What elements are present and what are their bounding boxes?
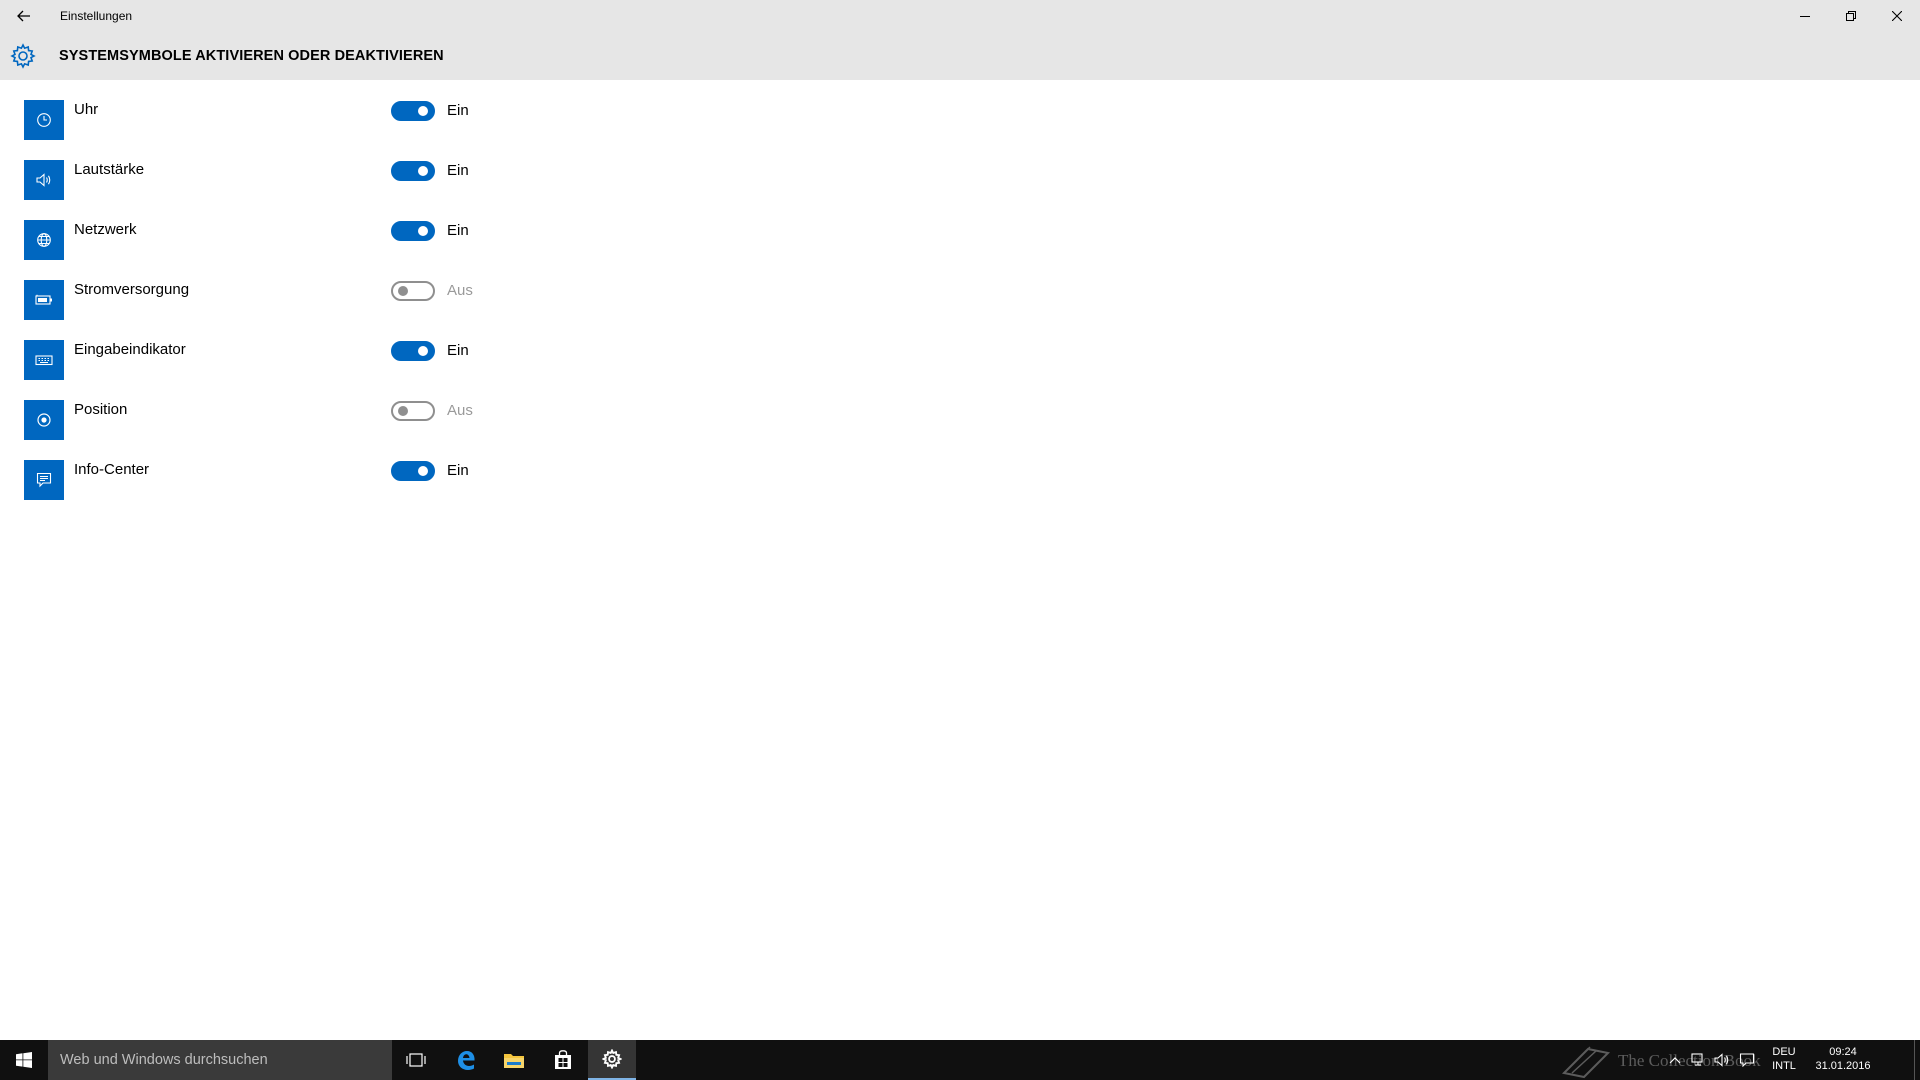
setting-tile (24, 100, 64, 140)
setting-row-lautstaerke: Lautstärke Ein (0, 140, 520, 200)
back-arrow-icon (17, 10, 30, 21)
setting-tile (24, 460, 64, 500)
restore-icon (1846, 10, 1856, 21)
store-button[interactable] (539, 1040, 587, 1080)
toggle-state: Ein (447, 222, 469, 239)
clock[interactable]: 09:24 31.01.2016 (1810, 1045, 1876, 1073)
setting-tile (24, 220, 64, 260)
show-hidden-icons-button[interactable] (1666, 1052, 1684, 1068)
setting-row-uhr: Uhr Ein (0, 80, 520, 140)
toggle-state: Ein (447, 342, 469, 359)
setting-tile (24, 160, 64, 200)
windows-logo-icon (16, 1052, 32, 1068)
show-desktop-button[interactable] (1914, 1040, 1920, 1080)
battery-icon (35, 294, 52, 305)
setting-row-stromversorgung: Stromversorgung Aus (0, 260, 520, 320)
toggle-uhr[interactable] (391, 101, 435, 121)
setting-row-eingabeindikator: Eingabeindikator Ein (0, 320, 520, 380)
setting-label: Uhr (74, 101, 99, 118)
toggle-knob (418, 166, 428, 176)
action-center-icon (1739, 1053, 1755, 1067)
volume-icon (36, 173, 51, 187)
network-icon (37, 233, 51, 247)
toggle-knob (418, 346, 428, 356)
toggle-state: Ein (447, 102, 469, 119)
settings-icon (602, 1049, 622, 1069)
page-header: SYSTEMSYMBOLE AKTIVIEREN ODER DEAKTIVIER… (0, 31, 1920, 80)
setting-row-position: Position Aus (0, 380, 520, 440)
setting-label: Eingabeindikator (74, 341, 186, 358)
settings-taskbar-button[interactable] (588, 1040, 636, 1080)
page-title: SYSTEMSYMBOLE AKTIVIEREN ODER DEAKTIVIER… (59, 48, 444, 64)
system-tray: The Collection Book DEU INTL 09:24 31.01… (1561, 1040, 1920, 1080)
toggle-netzwerk[interactable] (391, 221, 435, 241)
edge-button[interactable] (442, 1040, 490, 1080)
setting-label: Lautstärke (74, 161, 145, 178)
toggle-lautstaerke[interactable] (391, 161, 435, 181)
setting-label: Position (74, 401, 128, 418)
minimize-icon (1800, 15, 1810, 17)
setting-row-netzwerk: Netzwerk Ein (0, 200, 520, 260)
close-button[interactable] (1874, 0, 1920, 31)
keyboard-icon (35, 355, 53, 366)
input-language-indicator[interactable]: DEU INTL (1764, 1045, 1804, 1073)
store-icon (555, 1050, 571, 1069)
toggle-state: Ein (447, 162, 469, 179)
task-view-button[interactable] (392, 1040, 440, 1080)
setting-label: Stromversorgung (74, 281, 190, 298)
file-explorer-icon (504, 1054, 524, 1068)
minimize-button[interactable] (1782, 0, 1828, 31)
edge-icon (458, 1051, 475, 1070)
close-icon (1892, 10, 1902, 21)
action-center-icon (36, 472, 52, 488)
book-logo-icon (1561, 1046, 1611, 1079)
setting-tile (24, 280, 64, 320)
toggle-state: Aus (447, 402, 473, 419)
toggle-state: Aus (447, 282, 473, 299)
network-icon (1691, 1053, 1703, 1066)
keyboard-layout: INTL (1772, 1060, 1796, 1072)
setting-label: Netzwerk (74, 221, 137, 238)
window-title: Einstellungen (60, 9, 133, 23)
taskbar: Web und Windows durchsuchen The Collecti… (0, 1040, 1920, 1080)
toggle-eingabeindikator[interactable] (391, 341, 435, 361)
setting-tile (24, 400, 64, 440)
title-bar: Einstellungen (0, 0, 1920, 31)
setting-row-info-center: Info-Center Ein (0, 440, 520, 500)
setting-tile (24, 340, 64, 380)
window-controls (1782, 0, 1920, 31)
clock-date: 31.01.2016 (1815, 1060, 1871, 1072)
toggle-knob (398, 406, 408, 416)
start-button[interactable] (0, 1040, 48, 1080)
toggle-knob (418, 226, 428, 236)
search-box[interactable]: Web und Windows durchsuchen (48, 1040, 392, 1080)
back-button[interactable] (0, 0, 48, 31)
search-placeholder: Web und Windows durchsuchen (60, 1052, 268, 1068)
gear-icon (10, 43, 36, 69)
toggle-knob (398, 286, 408, 296)
language-code: DEU (1772, 1046, 1796, 1058)
task-view-icon (406, 1053, 426, 1067)
location-icon (37, 413, 51, 427)
restore-button[interactable] (1828, 0, 1874, 31)
file-explorer-button[interactable] (490, 1040, 538, 1080)
toggle-state: Ein (447, 462, 469, 479)
volume-icon (1714, 1053, 1729, 1067)
tray-network-button[interactable] (1690, 1052, 1708, 1068)
toggle-info-center[interactable] (391, 461, 435, 481)
toggle-knob (418, 106, 428, 116)
setting-label: Info-Center (74, 461, 150, 478)
toggle-position[interactable] (391, 401, 435, 421)
chevron-up-icon (1669, 1057, 1681, 1064)
tray-volume-button[interactable] (1714, 1052, 1732, 1068)
toggle-knob (418, 466, 428, 476)
tray-action-center-button[interactable] (1738, 1052, 1756, 1068)
clock-time: 09:24 (1829, 1046, 1857, 1058)
toggle-stromversorgung[interactable] (391, 281, 435, 301)
clock-icon (37, 113, 51, 127)
